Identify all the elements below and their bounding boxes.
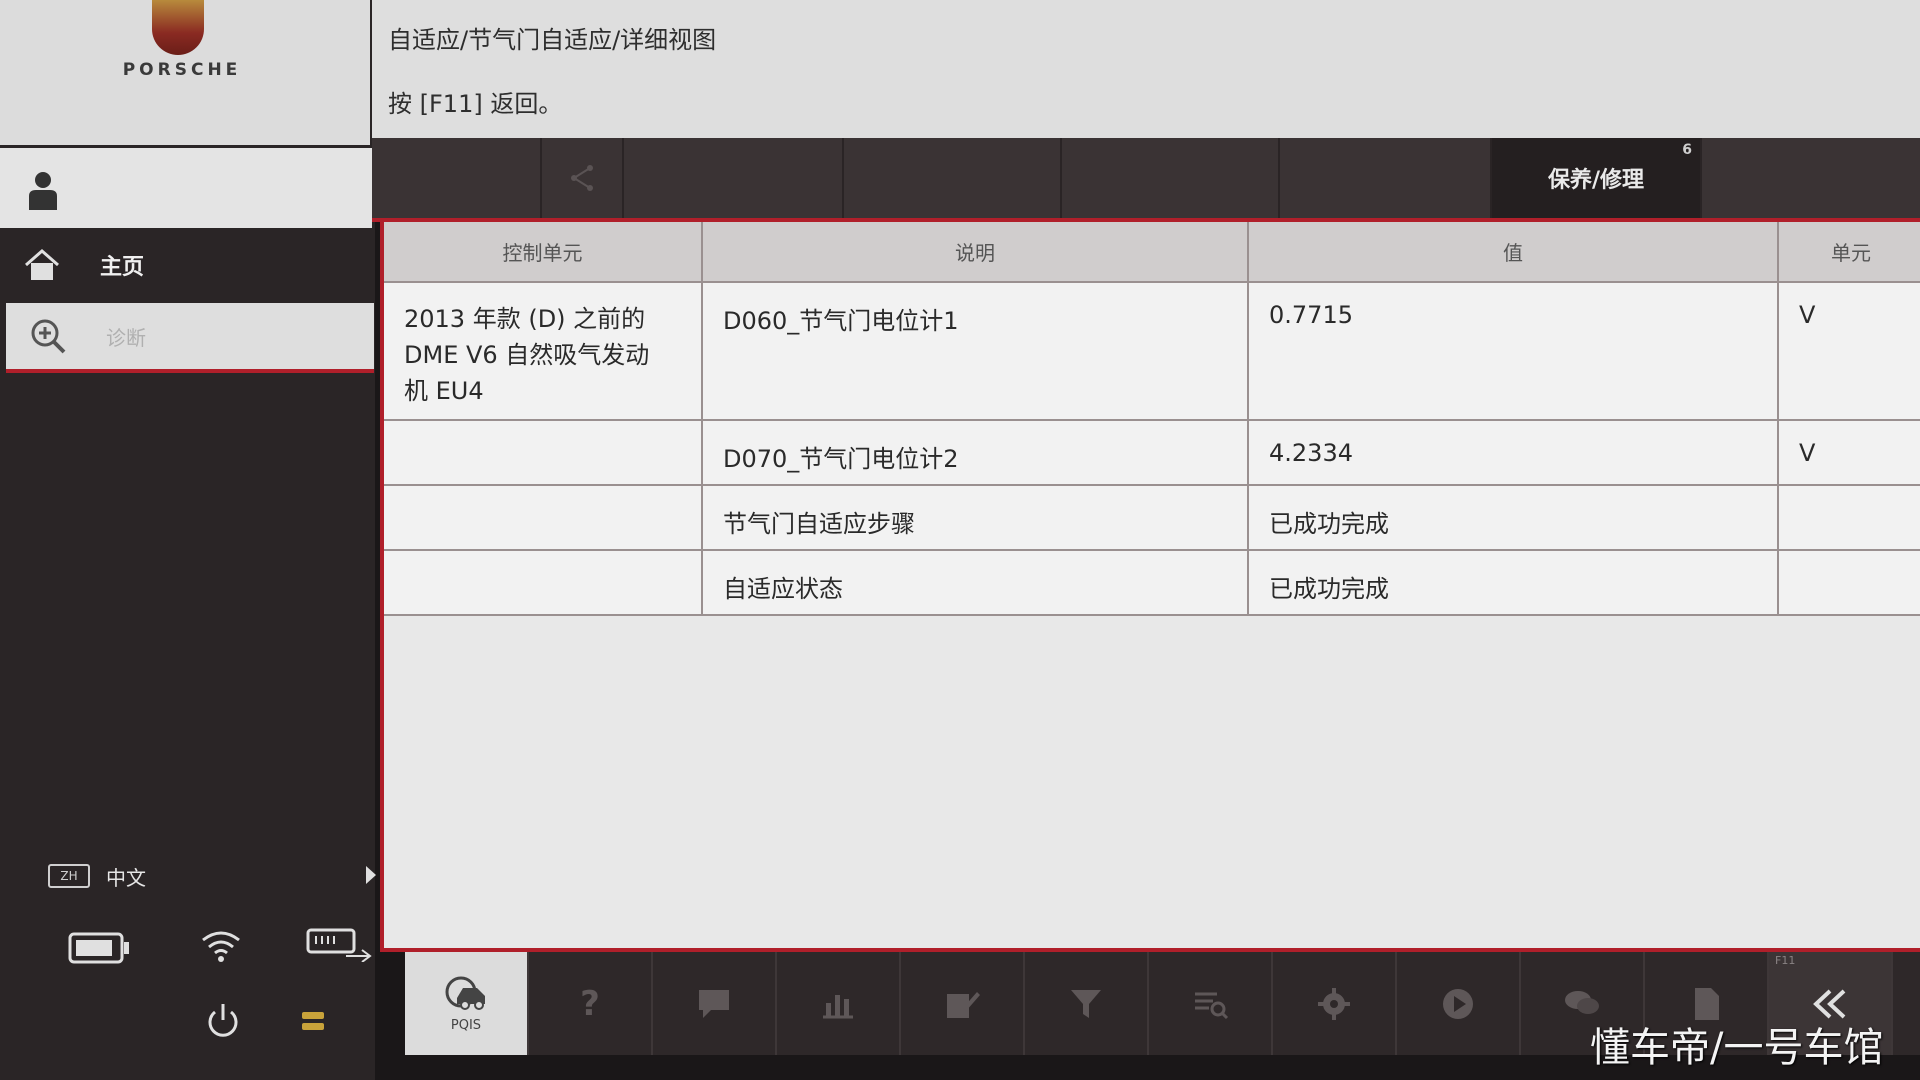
control-unit-cell: 2013 年款 (D) 之前的 DME V6 自然吸气发动 机 EU4 [384,282,703,421]
nav-diagnosis-label: 诊断 [106,325,146,350]
diagnosis-magnifier-icon [28,316,68,356]
help-button[interactable]: ? [529,952,653,1055]
measurement-button[interactable] [777,952,901,1055]
control-unit-line: 2013 年款 (D) 之前的 [404,305,646,333]
language-code-badge: ZH [48,864,90,888]
column-header-control-unit[interactable]: 控制单元 [384,222,703,283]
tab-8[interactable] [1702,138,1920,218]
filter-button[interactable] [1025,952,1149,1055]
unit-cell: V [1778,420,1920,486]
description-cell: D060_节气门电位计1 [702,282,1249,421]
language-label: 中文 [106,865,146,890]
pqis-car-icon [445,976,485,1010]
breadcrumb: 自适应/节气门自适应/详细视图 [388,26,717,54]
control-unit-cell [384,420,703,486]
nav-diagnosis[interactable]: 诊断 [6,303,374,373]
description-cell: 自适应状态 [702,550,1249,616]
column-header-value[interactable]: 值 [1248,222,1779,283]
pqis-label: PQIS [450,1018,482,1033]
filter-icon [1071,989,1101,1018]
tab-1[interactable] [372,138,542,218]
control-unit-cell [384,485,703,551]
settings-handle-icon[interactable] [300,1008,326,1034]
table-row[interactable]: 自适应状态 已成功完成 [384,550,1920,616]
back-fkey-label: F11 [1775,954,1796,967]
power-icon[interactable] [205,1002,241,1040]
battery-icon [68,932,129,964]
tab-bar: 保养/修理 6 [372,138,1920,222]
play-circle-icon [1443,988,1473,1019]
nav-home[interactable]: 主页 [0,232,374,297]
message-button[interactable] [653,952,777,1055]
tab-count-badge: 6 [1682,142,1692,158]
unit-cell [1778,550,1920,616]
speech-bubble-icon [699,989,729,1018]
page-header: 自适应/节气门自适应/详细视图 按 [F11] 返回。 [372,0,1920,138]
bar-chart-icon [823,994,853,1018]
control-unit-cell [384,550,703,616]
control-unit-line: DME V6 自然吸气发动 [404,341,650,369]
table-header-row: 控制单元 说明 值 单元 [384,222,1920,283]
porsche-diagnostic-screen: PORSCHE 主页 诊断 ZH 中文 自适应/节气门自适应/详细视图 按 [F… [0,0,1920,1080]
vci-connection-icon [306,928,372,962]
table-row[interactable]: D070_节气门电位计2 4.2334 V [384,420,1920,486]
brand-logo-text: PORSCHE [122,60,242,80]
back-hint: 按 [F11] 返回。 [388,90,563,118]
nav-home-label: 主页 [100,254,145,280]
share-icon [571,165,593,191]
search-list-button[interactable] [1149,952,1273,1055]
control-unit-line: 机 EU4 [404,377,484,405]
table-row[interactable]: 2013 年款 (D) 之前的 DME V6 自然吸气发动 机 EU4 D060… [384,282,1920,421]
unit-cell [1778,485,1920,551]
pqis-button[interactable]: PQIS [405,952,529,1055]
tab-share[interactable] [542,138,624,218]
play-button[interactable] [1397,952,1521,1055]
column-header-unit[interactable]: 单元 [1778,222,1920,283]
porsche-crest-icon [152,0,204,55]
watermark: 懂车帝/一号车馆 [1590,1025,1884,1071]
value-cell: 4.2334 [1248,420,1779,486]
status-bar [0,920,375,1080]
column-header-description[interactable]: 说明 [702,222,1249,283]
detail-view-panel: 控制单元 说明 值 单元 2013 年款 (D) 之前的 DME V6 自然吸气… [380,222,1920,952]
tab-label: 保养/修理 [1547,168,1645,193]
value-cell: 0.7715 [1248,282,1779,421]
value-cell: 已成功完成 [1248,485,1779,551]
description-cell: D070_节气门电位计2 [702,420,1249,486]
settings-button[interactable] [1273,952,1397,1055]
help-icon: ? [580,983,600,1024]
unit-cell: V [1778,282,1920,421]
user-icon [29,172,57,210]
tab-4[interactable] [844,138,1062,218]
language-selector[interactable]: ZH 中文 [48,858,378,894]
adaptation-values-table: 控制单元 说明 值 单元 2013 年款 (D) 之前的 DME V6 自然吸气… [384,222,1920,616]
logo-area: PORSCHE [0,0,370,145]
gear-icon [1318,987,1350,1020]
tab-5[interactable] [1062,138,1280,218]
chevron-right-icon [366,866,376,884]
table-row[interactable]: 节气门自适应步骤 已成功完成 [384,485,1920,551]
user-button[interactable] [0,148,372,228]
description-cell: 节气门自适应步骤 [702,485,1249,551]
edit-button[interactable] [901,952,1025,1055]
tab-3[interactable] [624,138,844,218]
wifi-icon [202,931,240,962]
tab-maintenance-repair[interactable]: 保养/修理 6 [1492,138,1702,218]
list-search-icon [1195,992,1229,1019]
home-icon [22,245,62,285]
edit-pencil-icon [947,991,980,1018]
tab-6[interactable] [1280,138,1492,218]
sidebar: PORSCHE 主页 诊断 ZH 中文 [0,0,378,1080]
value-cell: 已成功完成 [1248,550,1779,616]
